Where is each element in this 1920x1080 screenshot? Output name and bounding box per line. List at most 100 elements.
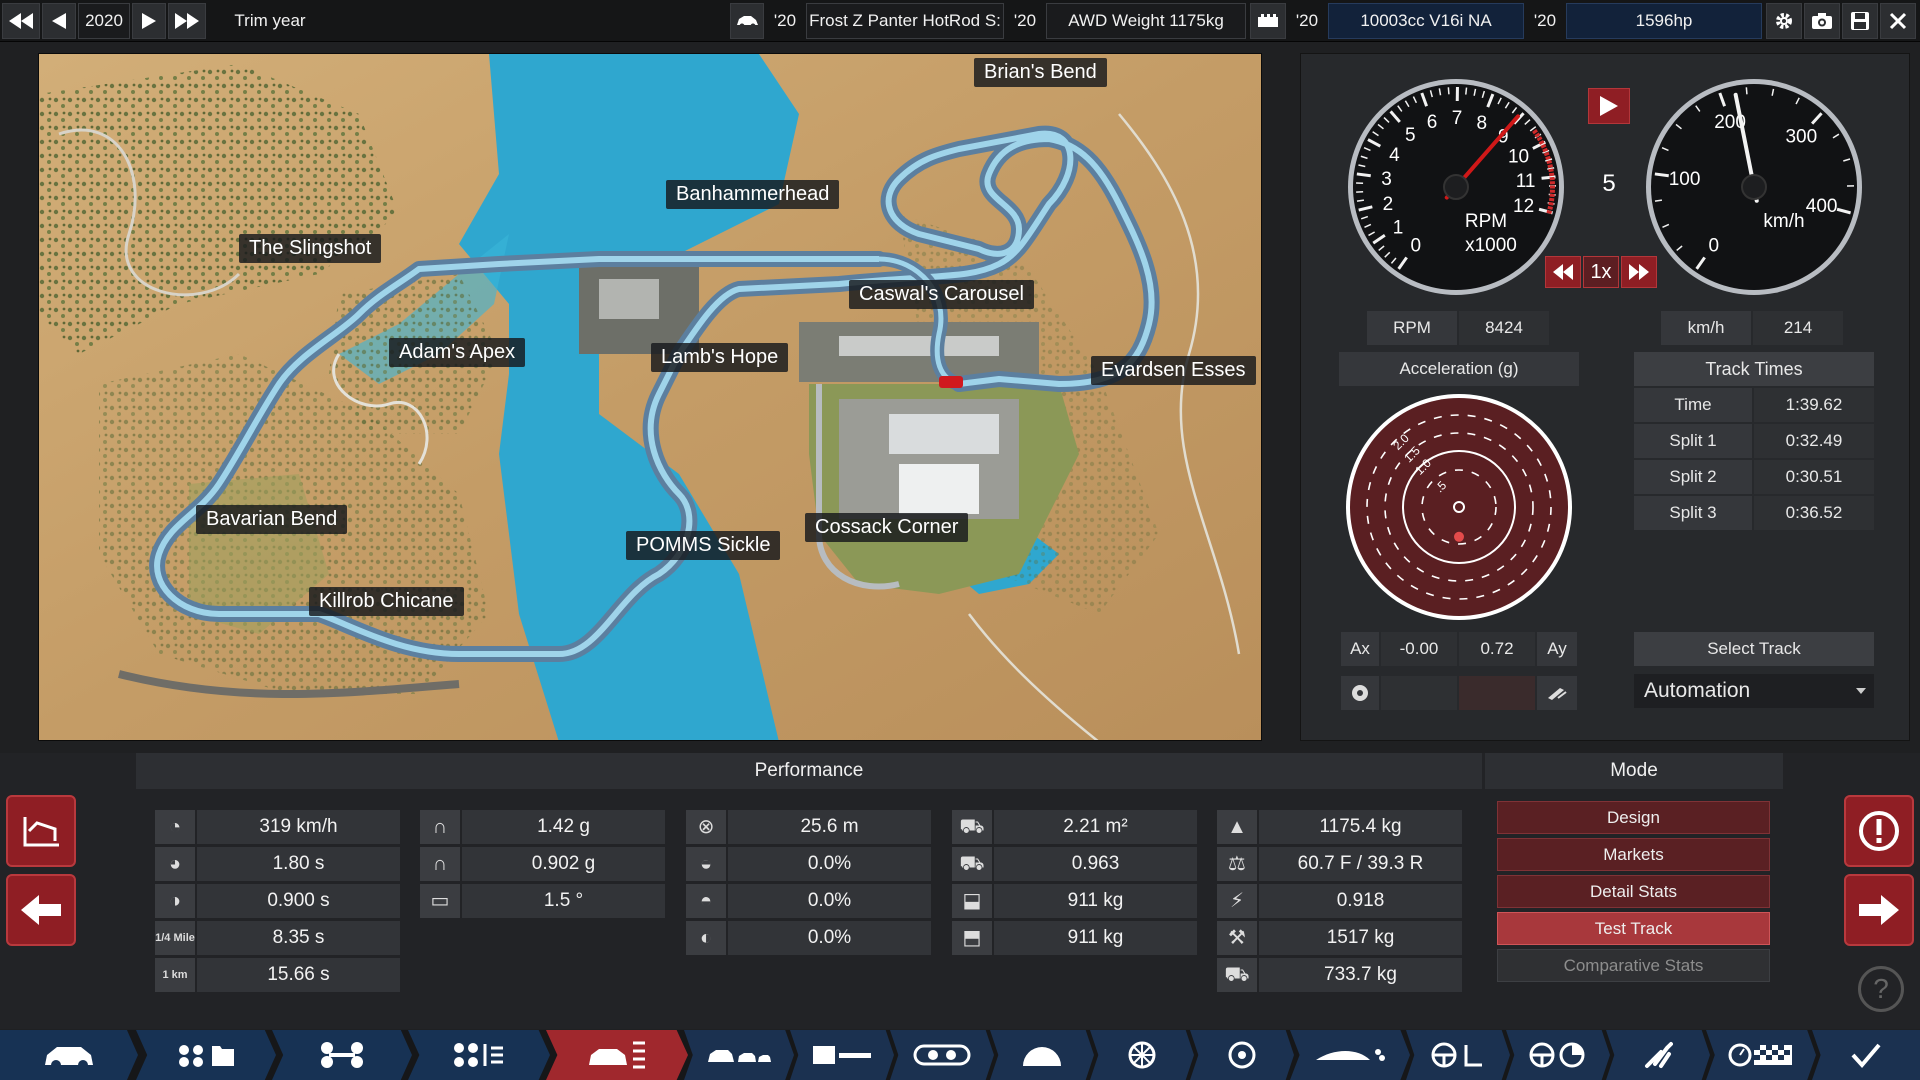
corner-pomms-sickle[interactable]: POMMS Sickle bbox=[626, 531, 781, 560]
year-display: 2020 bbox=[78, 3, 130, 39]
stat-cornering-low: ∩ 0.902 g bbox=[420, 847, 665, 881]
year-prev-button[interactable] bbox=[42, 3, 76, 39]
save-button[interactable] bbox=[1842, 3, 1878, 39]
trim-year-label: Trim year bbox=[234, 11, 306, 30]
stopwatch-flag-icon bbox=[1728, 1043, 1792, 1067]
gauge-tick-label: 11 bbox=[1516, 171, 1536, 192]
kmh-readout-label: km/h bbox=[1661, 311, 1751, 345]
next-button[interactable] bbox=[1844, 874, 1914, 946]
back-button[interactable] bbox=[6, 874, 76, 946]
car-model-button[interactable] bbox=[730, 3, 764, 39]
settings-button[interactable] bbox=[1766, 3, 1802, 39]
exclamation-icon bbox=[1859, 811, 1899, 851]
nav-body[interactable] bbox=[546, 1030, 688, 1080]
top-speed-icon: ◔ bbox=[155, 810, 195, 844]
corner-lambs-hope[interactable]: Lamb's Hope bbox=[651, 343, 789, 372]
g-force-circle: 2.01.51.0.5 bbox=[1346, 394, 1572, 620]
screenshot-button[interactable] bbox=[1804, 3, 1840, 39]
nav-trim[interactable] bbox=[684, 1030, 794, 1080]
year-last-button[interactable] bbox=[168, 3, 206, 39]
gauge-tick-label: 12 bbox=[1513, 196, 1534, 217]
corner-banhammerhead[interactable]: Banhammerhead bbox=[666, 180, 840, 209]
corner-bavarian-bend[interactable]: Bavarian Bend bbox=[196, 505, 348, 534]
corner-caswals-carousel[interactable]: Caswal's Carousel bbox=[849, 280, 1034, 309]
nav-drivetrain[interactable] bbox=[408, 1030, 550, 1080]
mode-comparative-stats-button[interactable]: Comparative Stats bbox=[1497, 949, 1770, 982]
frontal-area-icon: ⛟ bbox=[952, 810, 992, 844]
stat-value: 25.6 m bbox=[728, 810, 931, 844]
corner-the-slingshot[interactable]: The Slingshot bbox=[239, 234, 382, 263]
gauge-tick-label: 2 bbox=[1383, 194, 1394, 215]
corner-killrob-chicane[interactable]: Killrob Chicane bbox=[309, 587, 464, 616]
corner-adams-apex[interactable]: Adam's Apex bbox=[389, 338, 526, 367]
nav-wheels[interactable] bbox=[1090, 1030, 1194, 1080]
stat-drag: ⛟ 0.963 bbox=[952, 847, 1197, 881]
track-times-title: Track Times bbox=[1634, 352, 1874, 386]
mode-markets-button[interactable]: Markets bbox=[1497, 838, 1770, 871]
gauge-tick-label: 0 bbox=[1709, 235, 1720, 256]
warning-button[interactable] bbox=[1844, 795, 1914, 867]
stat-value: 1.42 g bbox=[462, 810, 665, 844]
steering-icon bbox=[1431, 1042, 1482, 1068]
ax-value: -0.00 bbox=[1381, 632, 1457, 666]
rpm-gauge: 0123456 7 89101112RPMx1000 bbox=[1348, 79, 1564, 295]
stat-quarter-mile: 1/4 Mile 8.35 s bbox=[155, 921, 400, 955]
nav-steering[interactable] bbox=[1406, 1030, 1510, 1080]
select-track-button[interactable]: Select Track bbox=[1634, 632, 1874, 666]
help-button[interactable]: ? bbox=[1858, 966, 1904, 1012]
rewind-button[interactable] bbox=[1545, 256, 1581, 288]
brake-bar bbox=[1381, 676, 1457, 710]
weight-icon: ▲ bbox=[1217, 810, 1257, 844]
gauge-tick bbox=[1465, 87, 1468, 95]
playback-speed[interactable]: 1x bbox=[1583, 256, 1619, 288]
throttle-bar bbox=[1459, 676, 1535, 710]
nav-suspension[interactable] bbox=[272, 1030, 412, 1080]
nav-engine-bay[interactable] bbox=[990, 1030, 1094, 1080]
downforce-front-icon: ⬓ bbox=[952, 884, 992, 918]
interior-icon bbox=[913, 1044, 971, 1066]
nav-interior[interactable] bbox=[890, 1030, 994, 1080]
year-first-button[interactable] bbox=[2, 3, 40, 39]
one-km-icon: 1 km bbox=[155, 958, 195, 992]
track-map[interactable]: Brian's Bend Banhammerhead The Slingshot… bbox=[38, 53, 1262, 741]
power-weight-icon: ⚡ bbox=[1217, 884, 1257, 918]
stat-max-weight: ⚒ 1517 kg bbox=[1217, 921, 1462, 955]
nav-safety[interactable] bbox=[1506, 1030, 1610, 1080]
corner-cossack-corner[interactable]: Cossack Corner bbox=[805, 513, 969, 542]
gauge-tick-label: 7 bbox=[1452, 108, 1463, 129]
mode-design-button[interactable]: Design bbox=[1497, 801, 1770, 834]
nav-test-track[interactable] bbox=[1706, 1030, 1816, 1080]
track-dropdown[interactable]: Automation bbox=[1634, 674, 1874, 708]
corner-evardsen-esses[interactable]: Evardsen Esses bbox=[1091, 356, 1256, 385]
gauge-tick-label: 0 bbox=[1411, 235, 1422, 256]
telemetry-panel: 0 1 2 3 4 5 6 7 8 9 10 11 12 RPM x1000 0 100 200 300 400 km… bbox=[1300, 53, 1910, 741]
nav-car-model[interactable] bbox=[0, 1030, 138, 1080]
close-button[interactable] bbox=[1880, 3, 1916, 39]
gauge-hub bbox=[1741, 174, 1767, 200]
play-icon bbox=[1600, 96, 1618, 116]
car-name: Frost Z Panter HotRod S: bbox=[806, 3, 1004, 39]
mode-detail-stats-button[interactable]: Detail Stats bbox=[1497, 875, 1770, 908]
gauge-tick bbox=[1745, 87, 1748, 95]
suspension-view-button[interactable] bbox=[6, 795, 76, 867]
floppy-disk-icon bbox=[1851, 12, 1869, 30]
stat-value: 0.963 bbox=[994, 847, 1197, 881]
corner-brians-bend[interactable]: Brian's Bend bbox=[974, 58, 1107, 87]
nav-brakes[interactable] bbox=[1190, 1030, 1294, 1080]
stat-value: 733.7 kg bbox=[1259, 958, 1462, 992]
fast-forward-button[interactable] bbox=[1621, 256, 1657, 288]
nav-aero[interactable] bbox=[1290, 1030, 1410, 1080]
gauge-tick-label: 300 bbox=[1785, 126, 1817, 147]
engine-button[interactable] bbox=[1250, 3, 1286, 39]
year-next-button[interactable] bbox=[132, 3, 166, 39]
camera-icon bbox=[1812, 13, 1832, 29]
stat-value: 0.902 g bbox=[462, 847, 665, 881]
mode-test-track-button[interactable]: Test Track bbox=[1497, 912, 1770, 945]
nav-finish[interactable] bbox=[1812, 1030, 1920, 1080]
play-button[interactable] bbox=[1588, 88, 1630, 124]
nav-fixtures[interactable] bbox=[790, 1030, 894, 1080]
stat-cornering: ∩ 1.42 g bbox=[420, 810, 665, 844]
nav-tuning[interactable] bbox=[1606, 1030, 1710, 1080]
nav-chassis[interactable] bbox=[136, 1030, 276, 1080]
arrow-right-icon bbox=[1859, 895, 1899, 925]
